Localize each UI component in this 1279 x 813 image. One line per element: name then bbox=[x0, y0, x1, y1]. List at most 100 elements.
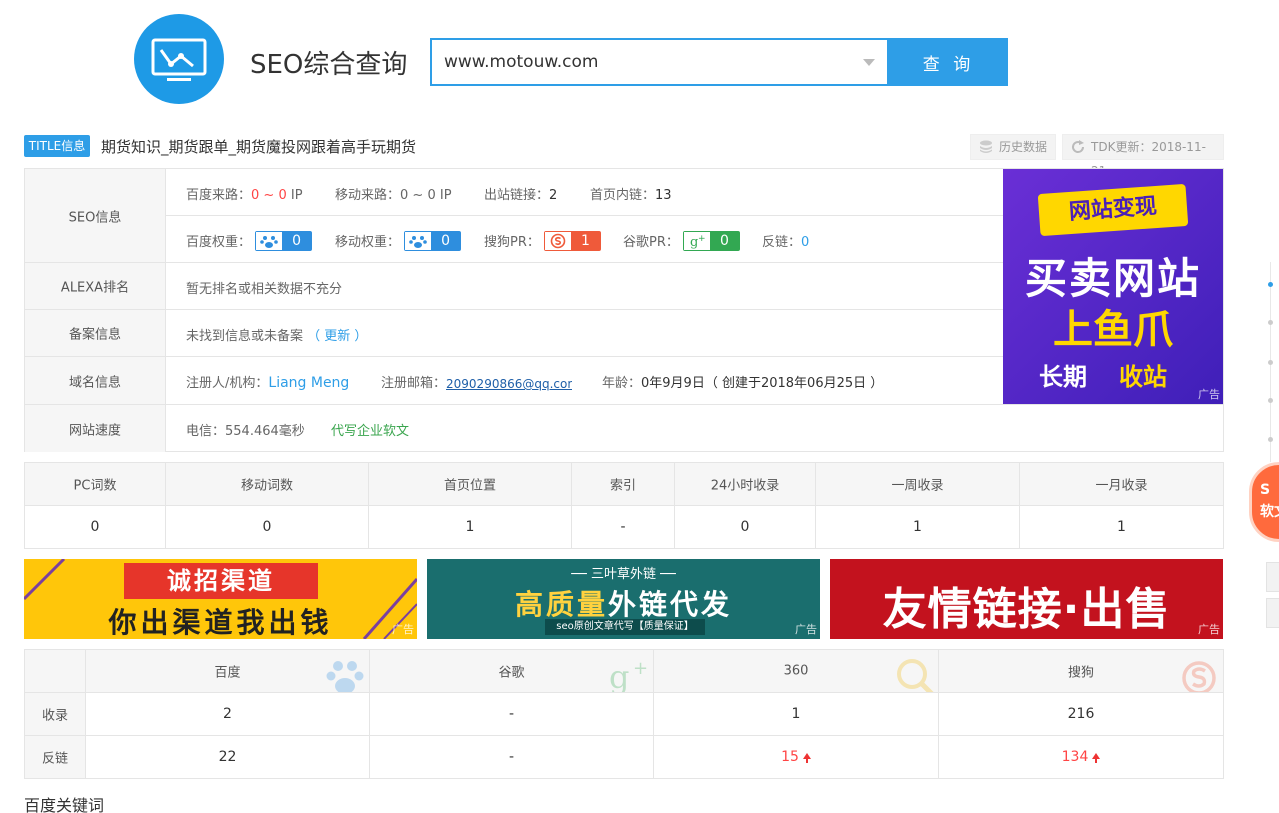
banner-1-slogan: 你出渠道我出钱 bbox=[108, 606, 333, 639]
paw-icon bbox=[256, 231, 283, 250]
stack-icon bbox=[980, 140, 992, 153]
sogou-indexed[interactable]: 216 bbox=[939, 693, 1223, 735]
stats-header-home: 首页位置 bbox=[369, 463, 572, 505]
google-plus-icon: g + bbox=[684, 231, 711, 250]
side-nav-dot[interactable] bbox=[1268, 360, 1273, 365]
speed-row: 网站速度 电信：554.464毫秒 代写企业软文 bbox=[25, 405, 1223, 452]
google-indexed: - bbox=[370, 693, 654, 735]
alexa-cell: 暂无排名或相关数据不充分 bbox=[186, 263, 1006, 309]
side-nav-dot[interactable] bbox=[1268, 320, 1273, 325]
banner-2-tagline: seo原创文章代写【质量保证】 bbox=[545, 619, 705, 635]
engine-backlinks-row: 反链 22 - 15 134 bbox=[25, 736, 1223, 778]
engine-row-label-indexed: 收录 bbox=[25, 693, 86, 735]
stats-value-mobile[interactable]: 0 bbox=[166, 506, 369, 548]
stats-value-pc[interactable]: 0 bbox=[25, 506, 166, 548]
stats-value-row: 0 0 1 - 0 1 1 bbox=[25, 506, 1223, 548]
registrant-email: 注册邮箱：2090290866@qq.com bbox=[381, 376, 573, 391]
backlinks-value[interactable]: 0 bbox=[801, 235, 809, 250]
alexa-value: 暂无排名或相关数据不充分 bbox=[186, 282, 343, 297]
stats-header-pc: PC词数 bbox=[25, 463, 166, 505]
ad-mark: 广告 bbox=[1198, 623, 1220, 636]
mobile-traffic: 移动来路：0 ~ 0 IP bbox=[335, 188, 452, 203]
arrow-up-icon bbox=[1092, 753, 1101, 763]
site-title: SEO综合查询 bbox=[250, 50, 408, 80]
logo[interactable] bbox=[134, 14, 224, 104]
360-indexed[interactable]: 1 bbox=[654, 693, 939, 735]
search-box bbox=[430, 38, 889, 86]
registrant-link[interactable]: Liang Meng bbox=[268, 375, 349, 391]
ad-tag: 网站变现 bbox=[1037, 183, 1189, 237]
beian-update-link[interactable]: （ 更新 ） bbox=[307, 329, 367, 344]
scroll-bottom-button[interactable] bbox=[1266, 598, 1279, 628]
backlinks: 反链：0 bbox=[762, 235, 810, 250]
stats-value-index: - bbox=[572, 506, 675, 548]
search-input[interactable] bbox=[432, 40, 852, 84]
banner-ad-channel[interactable]: 诚招渠道 你出渠道我出钱 广告 bbox=[24, 559, 417, 639]
stats-header-row: PC词数 移动词数 首页位置 索引 24小时收录 一周收录 一月收录 bbox=[25, 463, 1223, 506]
alexa-label: ALEXA排名 bbox=[25, 263, 166, 309]
banner-1-headline: 诚招渠道 bbox=[124, 563, 318, 599]
scroll-top-button[interactable] bbox=[1266, 562, 1279, 592]
mobile-weight: 移动权重： 0 bbox=[335, 230, 462, 253]
speed-label: 网站速度 bbox=[25, 405, 166, 452]
banner-ad-friend-links[interactable]: 友情链接·出售 广告 bbox=[830, 559, 1223, 639]
ad-mark: 广告 bbox=[392, 623, 414, 636]
weight-line: 百度权重： 0 移动权重： 0 搜狗PR： 1 谷歌PR： g + 0 反链：0 bbox=[166, 216, 1003, 263]
banner-3-headline: 友情链接·出售 bbox=[882, 584, 1171, 635]
stats-value-month[interactable]: 1 bbox=[1020, 506, 1223, 548]
baidu-paw-icon bbox=[326, 661, 364, 692]
google-pr-badge[interactable]: g + 0 bbox=[683, 230, 740, 251]
stats-value-home[interactable]: 1 bbox=[369, 506, 572, 548]
history-data-button[interactable]: 历史数据 bbox=[970, 134, 1056, 160]
speed-value: 电信：554.464毫秒 bbox=[186, 424, 305, 439]
banner-ad-backlinks[interactable]: ── 三叶草外链 ── 高质量外链代发 seo原创文章代写【质量保证】 广告 bbox=[427, 559, 820, 639]
tdk-update-button[interactable]: TDK更新：2018-11-21 bbox=[1062, 134, 1224, 178]
magnifier-icon bbox=[897, 659, 934, 692]
speed-cell: 电信：554.464毫秒 代写企业软文 bbox=[186, 405, 1006, 452]
sogou-icon bbox=[545, 231, 572, 250]
email-link[interactable]: 2090290866@qq.com bbox=[446, 377, 572, 391]
google-pr: 谷歌PR： g + 0 bbox=[623, 230, 740, 253]
search-button[interactable]: 查 询 bbox=[889, 38, 1008, 86]
domain-label: 域名信息 bbox=[25, 357, 166, 404]
engine-row-label-backlinks: 反链 bbox=[25, 736, 86, 778]
side-nav-dot[interactable] bbox=[1268, 282, 1273, 287]
stats-header-index: 索引 bbox=[572, 463, 675, 505]
engine-header-empty bbox=[25, 650, 86, 692]
engine-header-sogou: 搜狗 bbox=[939, 650, 1223, 692]
baidu-traffic: 百度来路：0 ~ 0 IP bbox=[186, 188, 303, 203]
svg-text:+: + bbox=[698, 234, 706, 244]
sogou-pr: 搜狗PR： 1 bbox=[484, 230, 601, 253]
promo-link[interactable]: 代写企业软文 bbox=[331, 420, 409, 439]
beian-label: 备案信息 bbox=[25, 310, 166, 356]
360-backlinks[interactable]: 15 bbox=[654, 736, 939, 778]
mobile-weight-badge[interactable]: 0 bbox=[404, 230, 462, 251]
ad-foot-right: 收站 bbox=[1119, 363, 1167, 391]
traffic-line: 百度来路：0 ~ 0 IP 移动来路：0 ~ 0 IP 出站链接：2 首页内链：… bbox=[166, 169, 1003, 216]
title-badge: TITLE信息 bbox=[24, 135, 90, 157]
sogou-pr-badge[interactable]: 1 bbox=[544, 230, 601, 251]
arrow-up-icon bbox=[802, 753, 811, 763]
side-nav-dot[interactable] bbox=[1268, 437, 1273, 442]
chevron-down-icon[interactable] bbox=[863, 59, 875, 66]
stats-value-week[interactable]: 1 bbox=[816, 506, 1020, 548]
engine-header-row: 百度 谷歌 g + 360 搜狗 bbox=[25, 650, 1223, 693]
engine-header-360: 360 bbox=[654, 650, 939, 692]
google-plus-icon: g + bbox=[609, 658, 648, 692]
registrant: 注册人/机构：Liang Meng bbox=[186, 375, 350, 391]
ad-foot-left: 长期 bbox=[1039, 363, 1087, 391]
google-backlinks: - bbox=[370, 736, 654, 778]
ad-subheadline: 上鱼爪 bbox=[1053, 307, 1173, 353]
float-promo-badge[interactable]: S 软文 bbox=[1249, 462, 1279, 542]
stats-header-week: 一周收录 bbox=[816, 463, 1020, 505]
side-ad-banner[interactable]: 网站变现 买卖网站 上鱼爪 长期 收站 广告 bbox=[1003, 169, 1223, 404]
sogou-backlinks[interactable]: 134 bbox=[939, 736, 1223, 778]
side-nav-dot[interactable] bbox=[1268, 398, 1273, 403]
baidu-weight-badge[interactable]: 0 bbox=[255, 230, 313, 251]
refresh-icon bbox=[1072, 140, 1085, 153]
baidu-indexed[interactable]: 2 bbox=[86, 693, 370, 735]
page-title: 期货知识_期货跟单_期货魔投网跟着高手玩期货 bbox=[101, 138, 417, 156]
paw-icon bbox=[405, 231, 432, 250]
stats-value-24h[interactable]: 0 bbox=[675, 506, 816, 548]
baidu-backlinks[interactable]: 22 bbox=[86, 736, 370, 778]
